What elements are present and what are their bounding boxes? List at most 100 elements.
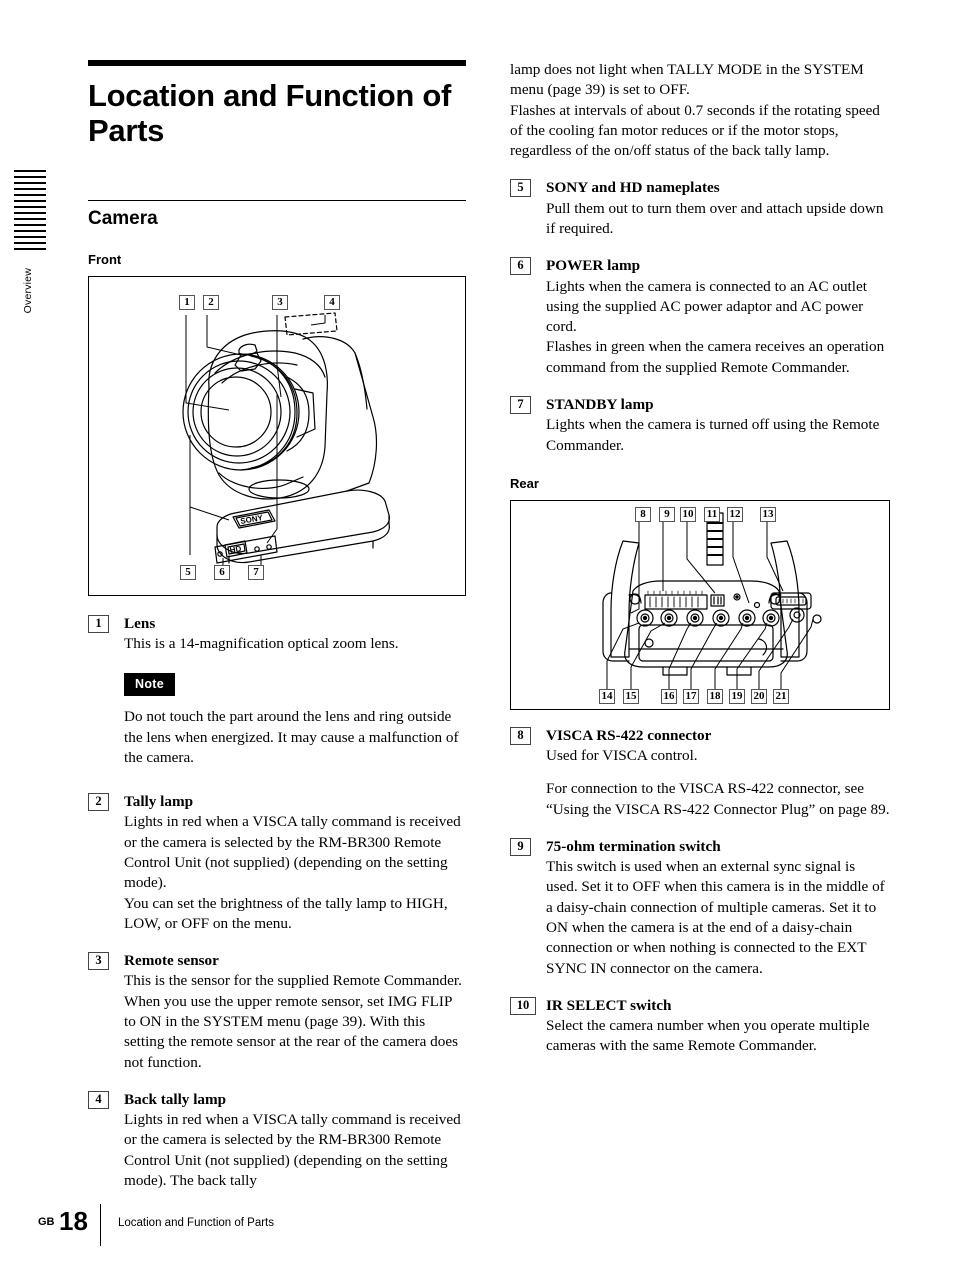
callout-front-5: 5	[180, 565, 196, 581]
item-text: For connection to the VISCA RS-422 conne…	[546, 780, 890, 818]
item-text: Used for VISCA control.	[546, 747, 698, 765]
callout-rear-8: 8	[635, 506, 651, 522]
section-heading-camera: Camera	[88, 208, 158, 230]
item-text: This is a 14-magnification optical zoom …	[124, 635, 399, 653]
callout-number-5: 5	[510, 179, 531, 198]
callout-rear-11: 11	[704, 506, 720, 522]
item-text: Lights when the camera is connected to a…	[546, 277, 867, 336]
callout-rear-14: 14	[599, 688, 615, 704]
side-tab-bar	[14, 188, 46, 190]
item-text: This is the sensor for the supplied Remo…	[124, 972, 462, 990]
item-label: Remote sensor	[124, 952, 219, 970]
figure-camera-front: SONY HD 1 2 3 4 5 6 7	[88, 276, 466, 597]
callout-rear-9: 9	[659, 506, 675, 522]
side-tab-bar	[14, 170, 46, 172]
note-block: Note Do not touch the part around the le…	[124, 672, 466, 769]
side-tab-bar	[14, 218, 46, 220]
title-rule	[88, 60, 466, 66]
callout-number-1: 1	[88, 615, 109, 633]
item-text: lamp does not light when TALLY MODE in t…	[510, 61, 864, 99]
note-text: Do not touch the part around the lens an…	[124, 708, 459, 766]
side-tab-bar	[14, 248, 46, 250]
callout-rear-18: 18	[707, 688, 723, 704]
side-tab-bar	[14, 194, 46, 196]
item-3-remote-sensor: 3 Remote sensor This is the sensor for t…	[88, 951, 466, 1073]
note-badge: Note	[124, 672, 175, 697]
item-text: Pull them out to turn them over and atta…	[546, 199, 884, 237]
item-label: Back tally lamp	[124, 1090, 227, 1108]
callout-front-2: 2	[203, 295, 219, 311]
camera-rear-drawing	[602, 510, 822, 689]
callout-front-4: 4	[324, 295, 340, 311]
side-tab-bar	[14, 236, 46, 238]
item-text: You can set the brightness of the tally …	[124, 894, 448, 932]
item-text: When you use the upper remote sensor, se…	[124, 992, 458, 1071]
side-tab-bar	[14, 206, 46, 208]
subheading-front: Front	[88, 252, 122, 268]
item-label: POWER lamp	[546, 257, 641, 275]
item-label: IR SELECT switch	[546, 996, 672, 1014]
side-tab-bar	[14, 182, 46, 184]
callout-rear-20: 20	[751, 688, 767, 704]
item-text: Lights in red when a VISCA tally command…	[124, 813, 461, 892]
page-footer: GB 18 Location and Function of Parts	[38, 1204, 918, 1246]
callout-rear-13: 13	[760, 506, 776, 522]
callout-front-7: 7	[248, 565, 264, 581]
item-5-nameplates: 5 SONY and HD nameplates Pull them out t…	[510, 178, 890, 239]
side-tab-bar	[14, 224, 46, 226]
callout-number-6: 6	[510, 257, 531, 275]
callout-rear-16: 16	[661, 688, 677, 704]
side-tab-bar	[14, 200, 46, 202]
item-8-visca-connector: 8 VISCA RS-422 connector Used for VISCA …	[510, 726, 890, 820]
side-tab-bar	[14, 212, 46, 214]
callout-rear-19: 19	[729, 688, 745, 704]
callout-rear-17: 17	[683, 688, 699, 704]
item-label: Tally lamp	[124, 793, 194, 811]
side-tab-label: Overview	[22, 268, 34, 314]
item-text: This switch is used when an external syn…	[546, 858, 885, 977]
figure-camera-rear: 8 9 10 11 12 13 14 15 16 17 18 19 20 21	[510, 499, 890, 710]
item-text: Flashes in green when the camera receive…	[546, 338, 885, 376]
callout-number-10: 10	[510, 996, 536, 1015]
subheading-rear: Rear	[510, 475, 539, 491]
callout-number-7: 7	[510, 395, 531, 414]
item-text: Flashes at intervals of about 0.7 second…	[510, 101, 880, 160]
callout-number-4: 4	[88, 1090, 109, 1109]
item-text: Lights in red when a VISCA tally command…	[124, 1111, 461, 1189]
item-1-lens: 1 Lens This is a 14-magnification optica…	[88, 614, 466, 768]
item-7-standby-lamp: 7 STANDBY lamp Lights when the camera is…	[510, 395, 890, 456]
callout-front-6: 6	[214, 565, 230, 581]
callout-number-2: 2	[88, 793, 109, 811]
section-rule	[88, 200, 466, 202]
item-label: 75-ohm termination switch	[546, 837, 721, 855]
breadcrumb: Location and Function of Parts	[118, 1217, 274, 1229]
item-label: Lens	[124, 615, 156, 633]
side-thumb-index	[14, 170, 46, 254]
item-4-back-tally-lamp: 4 Back tally lamp Lights in red when a V…	[88, 1090, 466, 1191]
callout-rear-21: 21	[773, 688, 789, 704]
left-column: Location and Function of Parts Camera Fr…	[88, 60, 466, 1208]
item-10-ir-select-switch: 10 IR SELECT switch Select the camera nu…	[510, 996, 890, 1057]
item-2-tally-lamp: 2 Tally lamp Lights in red when a VISCA …	[88, 792, 466, 934]
side-tab-bar	[14, 176, 46, 178]
side-tab-bar	[14, 230, 46, 232]
item-label: SONY and HD nameplates	[546, 179, 720, 197]
item-4-continuation: lamp does not light when TALLY MODE in t…	[510, 60, 890, 161]
item-9-termination-switch: 9 75-ohm termination switch This switch …	[510, 837, 890, 979]
callout-front-1: 1	[179, 295, 195, 311]
item-label: VISCA RS-422 connector	[546, 726, 712, 744]
callout-front-3: 3	[272, 295, 288, 311]
camera-front-drawing: SONY HD	[182, 312, 390, 568]
callout-number-3: 3	[88, 952, 109, 970]
footer-divider	[100, 1204, 101, 1246]
callout-rear-10: 10	[680, 506, 696, 522]
document-page: Overview Location and Function of Parts …	[0, 0, 954, 1274]
item-text: Select the camera number when you operat…	[546, 1017, 870, 1055]
page-number: 18	[59, 1206, 88, 1236]
callout-number-9: 9	[510, 837, 531, 856]
side-tab-bar	[14, 242, 46, 244]
page-title: Location and Function of Parts	[88, 78, 452, 149]
callout-rear-12: 12	[727, 506, 743, 522]
item-text: Lights when the camera is turned off usi…	[546, 416, 880, 454]
item-6-power-lamp: 6 POWER lamp Lights when the camera is c…	[510, 256, 890, 378]
